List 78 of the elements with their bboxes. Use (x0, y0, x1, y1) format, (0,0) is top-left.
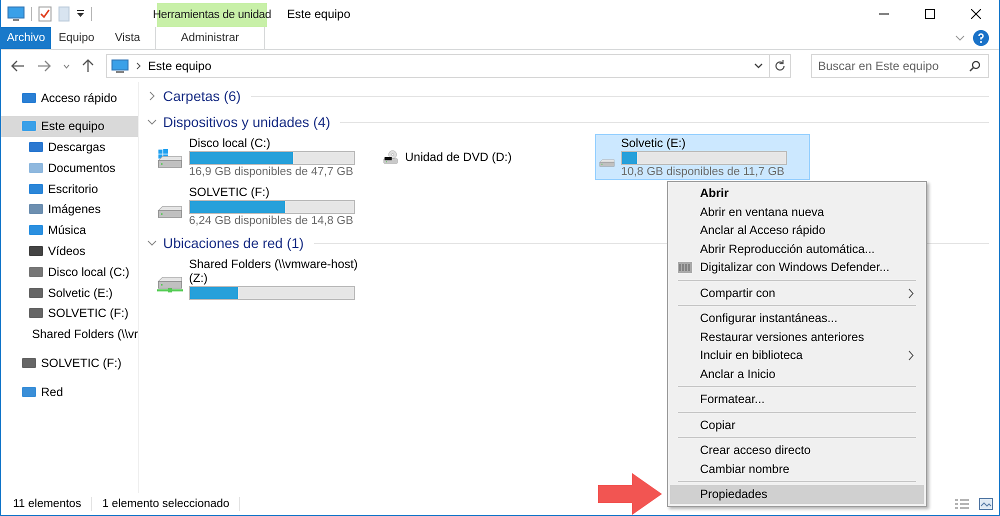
drive-tile[interactable]: Unidad de DVD (D:) (379, 134, 594, 180)
sidebar-item[interactable]: Shared Folders (\\vr (1, 324, 138, 345)
menu-item[interactable]: Digitalizar con Windows Defender... (670, 258, 924, 276)
menu-item[interactable]: Crear acceso directo (670, 441, 924, 460)
group-chevron-icon[interactable] (147, 238, 157, 248)
ribbon-tab[interactable]: Archivo (1, 27, 51, 49)
large-icons-view-icon[interactable] (979, 498, 993, 510)
menu-item[interactable]: Cambiar nombre (670, 460, 924, 478)
capacity-text: 10,8 GB disponibles de 11,7 GB (621, 166, 786, 178)
menu-item[interactable]: Abrir Reproducción automática... (670, 240, 924, 258)
back-arrow-icon[interactable] (11, 60, 25, 72)
menu-item[interactable]: Abrir en ventana nueva (670, 202, 924, 221)
maximize-icon (925, 8, 935, 18)
scanner-icon (678, 262, 692, 273)
selection-count: 1 elemento seleccionado (102, 498, 230, 510)
capacity-text: 6,24 GB disponibles de 14,8 GB (189, 215, 354, 227)
drive-name: Solvetic (E:) (621, 136, 687, 150)
search-icon (969, 60, 981, 72)
sidebar-item[interactable]: Solvetic (E:) (1, 282, 138, 303)
menu-item[interactable]: Propiedades (670, 485, 924, 504)
drive-tile[interactable]: Shared Folders (\\vmware-host) (Z:) (153, 255, 378, 301)
drive-name: SOLVETIC (F:) (189, 185, 270, 199)
group-heading[interactable]: Carpetas (6) (163, 88, 241, 104)
properties-icon[interactable] (38, 6, 52, 22)
sidebar-item[interactable]: Imágenes (1, 198, 138, 220)
sidebar-item[interactable]: Descargas (1, 136, 138, 158)
computer-icon (111, 58, 129, 74)
menu-item[interactable]: Abrir (670, 184, 924, 202)
details-view-icon[interactable] (955, 498, 969, 510)
item-count: 11 elementos (13, 498, 82, 510)
sidebar-item[interactable]: Vídeos (1, 240, 138, 262)
sidebar-item[interactable]: Documentos (1, 157, 138, 178)
menu-item[interactable]: Anclar a Inicio (670, 364, 924, 383)
drive-tile[interactable]: Solvetic (E:) 10,8 GB disponibles de 11,7 GB (595, 134, 810, 180)
close-icon (971, 8, 981, 18)
sidebar-item[interactable]: Escritorio (1, 178, 138, 199)
up-arrow-icon[interactable] (82, 59, 94, 73)
menu-item[interactable]: Configurar instantáneas... (670, 309, 924, 328)
sidebar-item[interactable]: Disco local (C:) (1, 261, 138, 282)
expand-ribbon-icon[interactable] (955, 35, 965, 41)
sidebar-item[interactable]: SOLVETIC (F:) (1, 302, 138, 324)
capacity-text: 16,9 GB disponibles de 47,7 GB (189, 166, 354, 178)
address-bar[interactable]: Este equipo (106, 54, 770, 78)
drive-icon (157, 203, 183, 221)
ribbon-tab[interactable]: Administrar (155, 27, 265, 49)
customize-dropdown-icon[interactable] (76, 9, 85, 18)
group-chevron-icon[interactable] (147, 117, 157, 127)
help-icon[interactable] (973, 30, 989, 46)
menu-item[interactable]: Restaurar versiones anteriores (670, 328, 924, 346)
menu-item[interactable]: Incluir en biblioteca (670, 346, 924, 364)
sidebar-item[interactable]: SOLVETIC (F:) (1, 352, 138, 374)
menu-item[interactable]: Copiar (670, 416, 924, 434)
computer-icon[interactable] (7, 6, 25, 22)
ribbon-tab[interactable]: Vista (102, 27, 153, 49)
search-field[interactable]: Buscar en Este equipo (811, 54, 989, 78)
sidebar-item[interactable]: Red (1, 381, 138, 402)
dropdown-icon[interactable] (754, 63, 763, 69)
group-heading[interactable]: Dispositivos y unidades (4) (163, 114, 330, 130)
group-chevron-icon[interactable] (147, 91, 157, 101)
drive-name: Unidad de DVD (D:) (405, 150, 513, 164)
refresh-icon (774, 60, 786, 72)
ribbon-tab[interactable]: Equipo (51, 27, 102, 49)
group-heading[interactable]: Ubicaciones de red (1) (163, 235, 304, 251)
menu-item[interactable]: Anclar al Acceso rápido (670, 221, 924, 240)
sidebar-item[interactable]: Acceso rápido (1, 88, 138, 109)
menu-item[interactable]: Formatear... (670, 390, 924, 408)
forward-arrow-icon[interactable] (37, 60, 51, 72)
drive-name: Shared Folders (\\vmware-host) (Z:) (189, 256, 359, 284)
refresh-button[interactable] (769, 54, 791, 78)
sidebar-item[interactable]: Este equipo (1, 116, 138, 137)
drive-name: Disco local (C:) (189, 136, 272, 150)
recent-locations-icon[interactable] (63, 64, 70, 68)
arrow-annotation (598, 473, 662, 515)
drive-tile[interactable]: Disco local (C:) 16,9 GB disponibles de 47,7 GB (153, 134, 378, 180)
menu-item[interactable]: Compartir con (670, 284, 924, 302)
chevron-right-icon (136, 62, 141, 70)
sidebar-item[interactable]: Música (1, 220, 138, 241)
drive-tile[interactable]: SOLVETIC (F:) 6,24 GB disponibles de 14,8 GB (153, 183, 378, 229)
